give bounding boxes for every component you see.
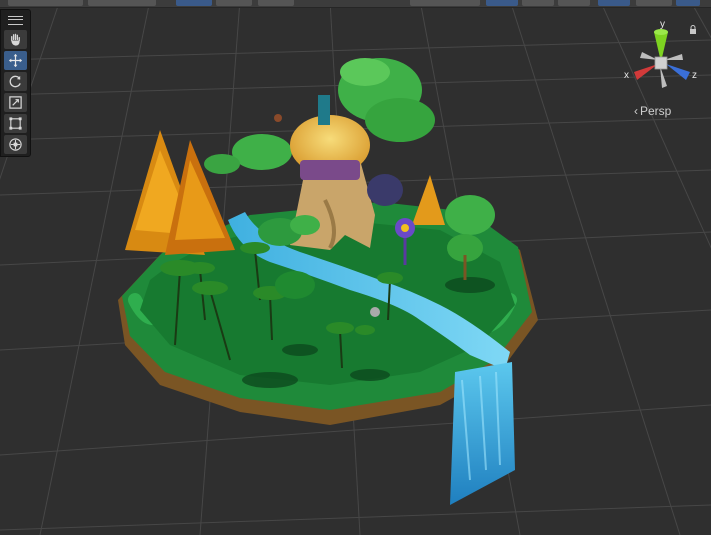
toolbar-button[interactable]	[176, 0, 212, 6]
rect-tool-button[interactable]	[4, 114, 27, 133]
gizmo-z-cone	[666, 64, 690, 80]
rotate-icon	[9, 75, 21, 88]
scale-tool-button[interactable]	[4, 93, 27, 112]
move-icon	[8, 53, 23, 68]
waterfall	[450, 362, 515, 505]
scene-viewport[interactable]: y x z ‹ Persp	[0, 0, 711, 535]
gizmo-z-label: z	[692, 70, 697, 81]
toolbar-button[interactable]	[558, 0, 590, 6]
projection-label: Persp	[640, 104, 672, 118]
gizmo-x-label: x	[624, 70, 629, 81]
toolbar-button[interactable]	[8, 0, 83, 6]
hand-tool-button[interactable]	[4, 30, 27, 49]
toolbar-button[interactable]	[410, 0, 480, 6]
tools-overlay	[0, 9, 31, 157]
scene-toolbar	[0, 0, 711, 8]
toolbar-button[interactable]	[522, 0, 554, 6]
transform-tool-button[interactable]	[4, 135, 27, 154]
gizmo-x-cone	[634, 64, 658, 80]
toolbar-button[interactable]	[676, 0, 700, 6]
hand-icon	[11, 33, 20, 46]
projection-toggle[interactable]: ‹ Persp	[634, 104, 671, 118]
drag-handle-icon[interactable]	[8, 16, 23, 25]
gizmo-y-label: y	[660, 19, 665, 30]
toolbar-button[interactable]	[216, 0, 252, 6]
toolbar-button[interactable]	[636, 0, 672, 6]
rotate-tool-button[interactable]	[4, 72, 27, 91]
rect-icon	[9, 117, 22, 130]
toolbar-button[interactable]	[486, 0, 518, 6]
toolbar-button[interactable]	[88, 0, 156, 6]
transform-icon	[9, 138, 22, 151]
chevron-left-icon: ‹	[634, 104, 638, 118]
toolbar-button[interactable]	[258, 0, 294, 6]
lock-icon[interactable]	[689, 25, 697, 34]
move-tool-button[interactable]	[4, 51, 27, 70]
scale-icon	[9, 96, 22, 109]
toolbar-button[interactable]	[598, 0, 630, 6]
scene-canvas[interactable]	[0, 0, 711, 535]
